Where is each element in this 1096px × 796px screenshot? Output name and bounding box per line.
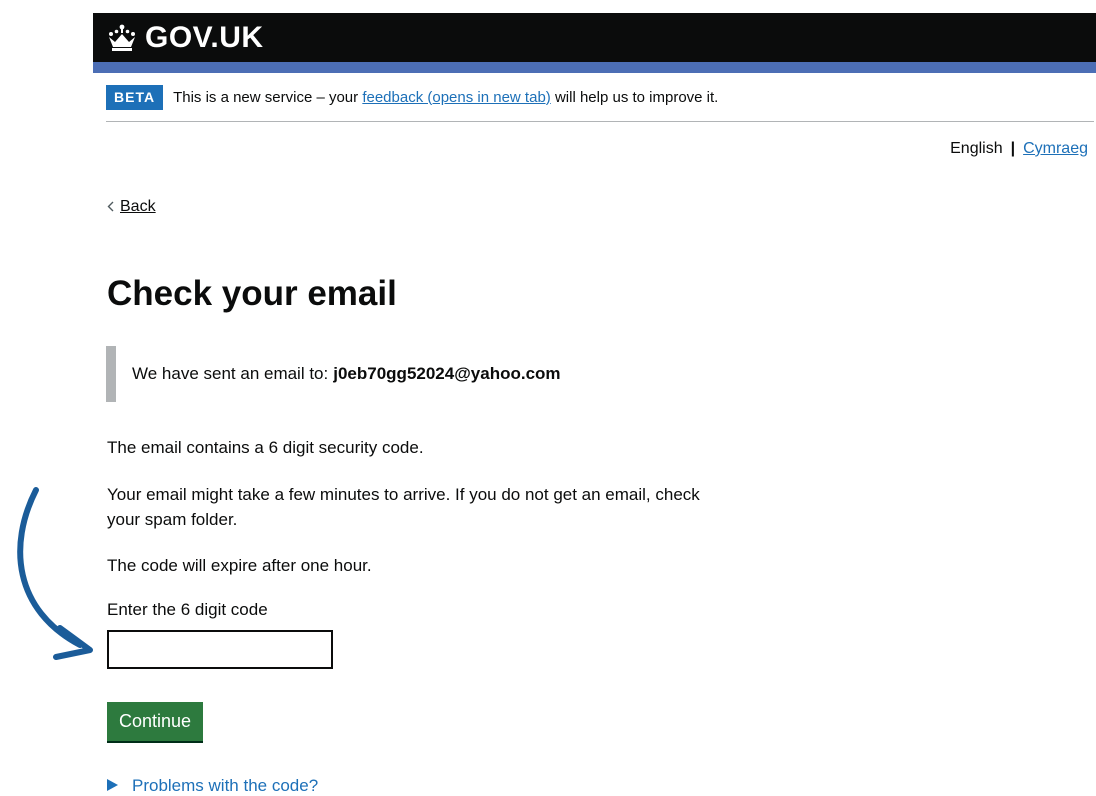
triangle-right-icon <box>107 778 118 794</box>
inset-email-address: j0eb70gg52024@yahoo.com <box>333 364 561 383</box>
phase-text-before: This is a new service – your <box>173 88 363 106</box>
back-link-label: Back <box>120 198 156 215</box>
phase-banner: BETA This is a new service – your feedba… <box>106 84 1094 122</box>
continue-button[interactable]: Continue <box>107 702 204 741</box>
feedback-link[interactable]: feedback (opens in new tab) <box>362 89 550 106</box>
problems-details-toggle[interactable]: Problems with the code? <box>107 776 318 796</box>
language-current: English <box>950 140 1003 157</box>
page-title: Check your email <box>107 274 397 313</box>
inset-prefix: We have sent an email to: <box>132 364 329 383</box>
language-toggle: English | Cymraeg <box>950 140 1088 158</box>
language-separator: | <box>1010 140 1016 157</box>
header-accent-bar <box>93 62 1096 73</box>
phase-banner-text: This is a new service – your feedback (o… <box>173 89 718 106</box>
details-summary-label: Problems with the code? <box>132 776 319 795</box>
back-link[interactable]: Back <box>107 198 156 216</box>
phase-text-after: will help us to improve it. <box>550 88 719 106</box>
chevron-left-icon <box>107 199 114 215</box>
crown-icon <box>105 23 139 53</box>
logo-text: GOV.UK <box>145 21 264 54</box>
phase-tag: BETA <box>106 84 164 110</box>
body-paragraph-delay-info: Your email might take a few minutes to a… <box>107 485 700 529</box>
body-paragraph-expiry-info: The code will expire after one hour. <box>107 556 372 575</box>
govuk-logo-link[interactable]: GOV.UK <box>105 20 264 56</box>
body-paragraph-code-info: The email contains a 6 digit security co… <box>107 438 424 457</box>
inset-text: We have sent an email to: j0eb70gg52024@… <box>106 346 561 402</box>
security-code-input[interactable] <box>107 630 333 669</box>
language-cymraeg-link[interactable]: Cymraeg <box>1023 140 1088 158</box>
code-input-label: Enter the 6 digit code <box>107 600 268 619</box>
